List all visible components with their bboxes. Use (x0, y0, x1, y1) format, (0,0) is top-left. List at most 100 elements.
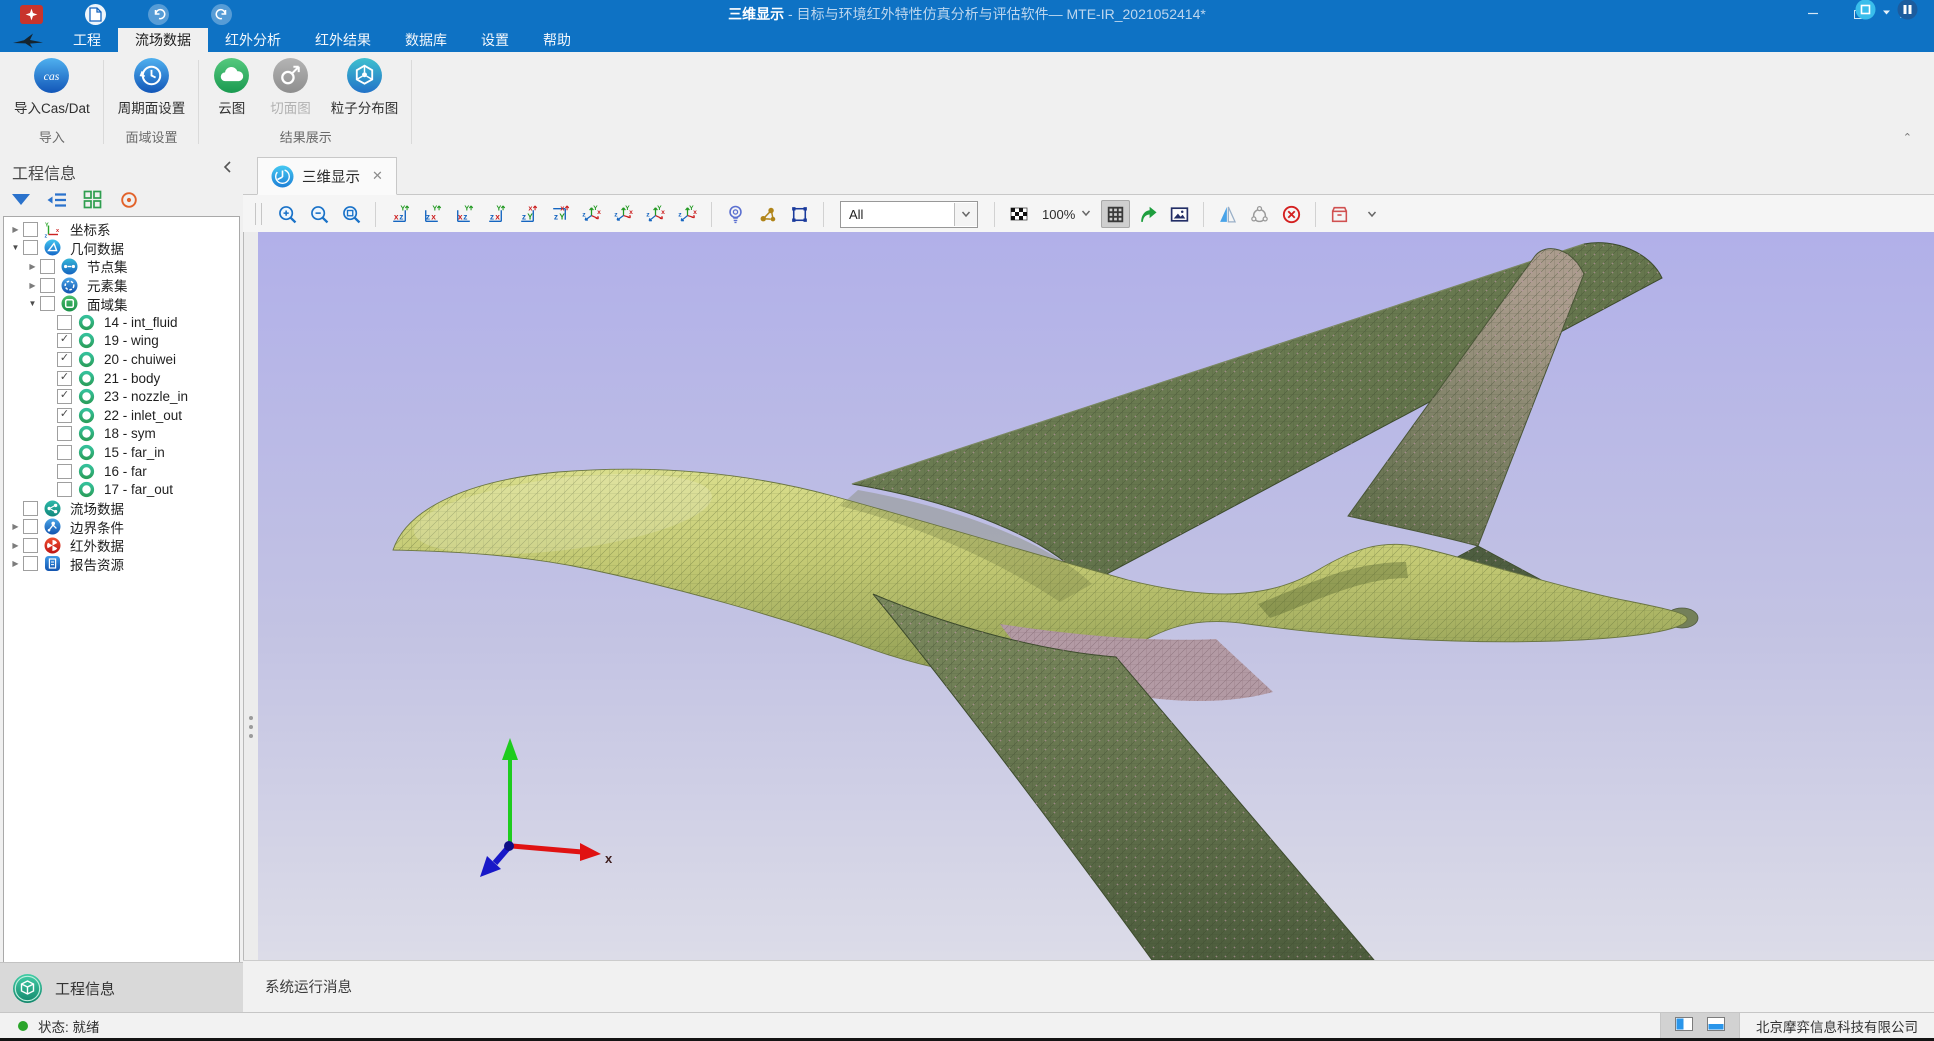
menu-item-3[interactable]: 红外分析 (208, 28, 298, 52)
view-plane-2-button[interactable]: z x Y (417, 200, 446, 228)
layout-left-icon[interactable] (1675, 1017, 1693, 1034)
menu-item-1[interactable]: 工程 (56, 28, 118, 52)
tree-label[interactable]: 节点集 (87, 256, 128, 276)
tree-label[interactable]: 20 - chuiwei (104, 352, 176, 367)
expander-icon[interactable]: ▼ (26, 299, 39, 308)
tree-label[interactable]: 16 - far (104, 464, 147, 479)
tree-checkbox[interactable] (57, 445, 72, 460)
tree-label[interactable]: 元素集 (87, 275, 128, 295)
tree-checkbox[interactable]: ✓ (57, 389, 72, 404)
project-info-footer-button[interactable]: 工程信息 (0, 962, 243, 1013)
view-plane-4-button[interactable]: z x Y (481, 200, 510, 228)
tree-checkbox[interactable] (23, 519, 38, 534)
mirror-button[interactable] (1213, 200, 1242, 228)
remove-button[interactable] (1277, 200, 1306, 228)
caret-down-icon[interactable] (954, 203, 977, 226)
view-plane-5-button[interactable]: z Y x (513, 200, 542, 228)
expander-icon[interactable]: ▶ (9, 541, 22, 550)
tree-checkbox[interactable] (23, 538, 38, 553)
tree-label[interactable]: 22 - inlet_out (104, 408, 182, 423)
expander-icon[interactable]: ▶ (9, 522, 22, 531)
expander-icon[interactable]: ▼ (9, 243, 22, 252)
tree-row-几何数据[interactable]: ▼ 几何数据 (4, 239, 239, 258)
section-box-button[interactable] (1325, 200, 1354, 228)
tree-row-面域集[interactable]: ▼ 面域集 (4, 294, 239, 313)
expander-icon[interactable]: ▶ (26, 281, 39, 290)
tree-label[interactable]: 红外数据 (70, 535, 124, 555)
view-iso-4-button[interactable]: z Y x (673, 200, 702, 228)
tree-checkbox[interactable] (57, 482, 72, 497)
tree-checkbox[interactable] (23, 222, 38, 237)
minimize-button[interactable] (1790, 0, 1836, 26)
tree-checkbox[interactable] (40, 296, 55, 311)
tree-checkbox[interactable] (23, 501, 38, 516)
ribbon-button-切面图[interactable]: 切面图 (270, 55, 311, 120)
menu-item-5[interactable]: 数据库 (388, 28, 464, 52)
ribbon-collapse-icon[interactable]: ⌃ (1903, 131, 1912, 144)
help-book-icon[interactable] (1897, 0, 1918, 25)
layout-bottom-icon[interactable] (1707, 1017, 1725, 1034)
project-tree[interactable]: ▶Yzx坐标系▼几何数据▶节点集▶元素集▼面域集14 - int_fluid✓1… (3, 216, 240, 963)
view-iso-1-button[interactable]: z Y x (577, 200, 606, 228)
tree-row-边界条件[interactable]: ▶边界条件 (4, 518, 239, 537)
tree-checkbox[interactable] (23, 556, 38, 571)
view-plane-3-button[interactable]: x z Y (449, 200, 478, 228)
splitter-handle[interactable] (249, 716, 253, 720)
light-button[interactable] (721, 200, 750, 228)
menu-item-2[interactable]: 流场数据 (118, 28, 208, 52)
tree-row-18 - sym[interactable]: 18 - sym (4, 425, 239, 444)
tree-checkbox[interactable]: ✓ (57, 408, 72, 423)
tree-row-16 - far[interactable]: 16 - far (4, 462, 239, 481)
tree-row-21 - body[interactable]: ✓21 - body (4, 369, 239, 388)
tree-label[interactable]: 几何数据 (70, 238, 124, 258)
view-plane-1-button[interactable]: x z Y (385, 200, 414, 228)
tree-checkbox[interactable] (23, 240, 38, 255)
locate-button[interactable] (117, 188, 140, 211)
tree-checkbox[interactable]: ✓ (57, 371, 72, 386)
tree-label[interactable]: 流场数据 (70, 498, 124, 518)
panel-splitter[interactable] (243, 232, 258, 960)
menu-item-7[interactable]: 帮助 (526, 28, 588, 52)
section-box-caret-button[interactable] (1357, 200, 1386, 228)
select-region-button[interactable] (785, 200, 814, 228)
collapse-all-button[interactable] (45, 188, 68, 211)
menu-item-4[interactable]: 红外结果 (298, 28, 388, 52)
tree-label[interactable]: 17 - far_out (104, 482, 173, 497)
tree-checkbox[interactable] (40, 278, 55, 293)
viewport-3d-scene[interactable]: x (258, 232, 1934, 960)
tab-close-icon[interactable]: ✕ (372, 168, 383, 184)
tree-checkbox[interactable] (57, 315, 72, 330)
expander-icon[interactable]: ▶ (9, 225, 22, 234)
mesh-grid-button[interactable] (1101, 200, 1130, 228)
tree-row-15 - far_in[interactable]: 15 - far_in (4, 443, 239, 462)
tree-label[interactable]: 面域集 (87, 294, 128, 314)
snapshot-button[interactable] (1165, 200, 1194, 228)
view-iso-3-button[interactable]: z Y x (641, 200, 670, 228)
tree-checkbox[interactable] (57, 426, 72, 441)
viewport-3d[interactable]: x (258, 232, 1934, 960)
expander-icon[interactable]: ▶ (26, 262, 39, 271)
tree-checkbox[interactable] (57, 464, 72, 479)
tree-row-22 - inlet_out[interactable]: ✓ 22 - inlet_out (4, 406, 239, 425)
window-switch-icon[interactable] (1855, 0, 1876, 25)
tree-row-17 - far_out[interactable]: 17 - far_out (4, 480, 239, 499)
tree-label[interactable]: 14 - int_fluid (104, 315, 178, 330)
view-mode-button[interactable] (81, 188, 104, 211)
zoom-fit-button[interactable] (337, 200, 366, 228)
transparency-button[interactable] (1004, 200, 1033, 228)
tree-row-报告资源[interactable]: ▶报告资源 (4, 555, 239, 574)
tab-3d-display[interactable]: 三维显示 ✕ (257, 157, 397, 195)
export-button[interactable] (1133, 200, 1162, 228)
zoom-out-button[interactable] (305, 200, 334, 228)
ribbon-button-导入Cas/Dat[interactable]: cas导入Cas/Dat (14, 55, 90, 120)
display-filter-select[interactable]: All (840, 201, 978, 228)
tree-label[interactable]: 15 - far_in (104, 445, 165, 460)
tree-row-流场数据[interactable]: 流场数据 (4, 499, 239, 518)
ribbon-button-云图[interactable]: 云图 (213, 55, 250, 120)
tree-row-23 - nozzle_in[interactable]: ✓23 - nozzle_in (4, 387, 239, 406)
tree-row-14 - int_fluid[interactable]: 14 - int_fluid (4, 313, 239, 332)
smooth-button[interactable] (1245, 200, 1274, 228)
view-plane-6-button[interactable]: z Y x (545, 200, 574, 228)
tree-checkbox[interactable]: ✓ (57, 352, 72, 367)
tree-label[interactable]: 报告资源 (70, 554, 124, 574)
